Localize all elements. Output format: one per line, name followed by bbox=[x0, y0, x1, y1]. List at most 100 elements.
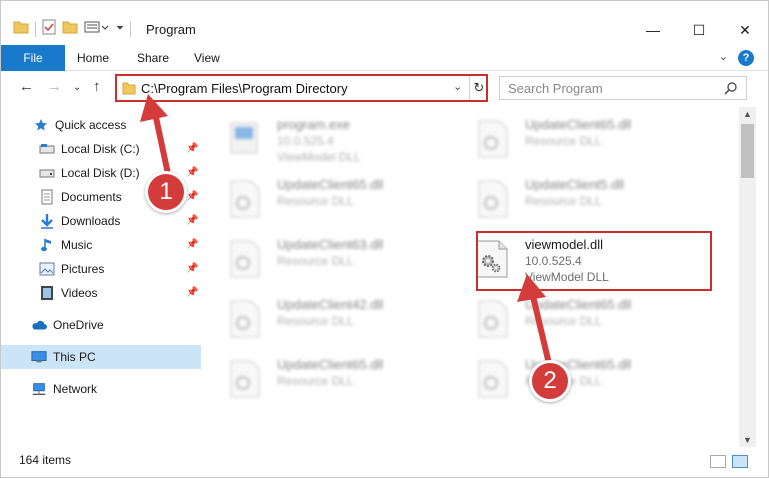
sidebar-item-label: Downloads bbox=[61, 214, 121, 228]
exe-file-icon bbox=[225, 119, 263, 159]
file-item[interactable]: UpdateClient65.dll Resource DLL bbox=[207, 351, 447, 407]
dll-file-icon bbox=[473, 299, 511, 339]
dll-file-icon bbox=[473, 359, 511, 399]
file-version: 10.0.525.4 bbox=[277, 134, 334, 148]
file-item[interactable]: UpdateClient42.dll Resource DLL bbox=[207, 291, 447, 347]
pin-icon[interactable]: 📌 bbox=[186, 143, 198, 154]
sidebar-item-quick-access[interactable]: Quick access bbox=[1, 113, 201, 137]
sidebar-item-label: Videos bbox=[61, 286, 98, 300]
file-name: UpdateClient65.dll bbox=[525, 297, 632, 312]
sidebar-item-pictures[interactable]: Pictures 📌 bbox=[1, 257, 201, 281]
scroll-down-icon[interactable]: ▼ bbox=[743, 435, 752, 445]
new-folder-icon[interactable] bbox=[62, 20, 78, 37]
sidebar-item-label: Network bbox=[53, 382, 98, 396]
documents-icon bbox=[39, 189, 55, 205]
search-input[interactable] bbox=[500, 77, 720, 99]
file-version: Resource DLL bbox=[277, 194, 354, 208]
tab-share[interactable]: Share bbox=[137, 51, 169, 65]
forward-arrow-icon[interactable]: → bbox=[47, 78, 62, 95]
dll-file-icon bbox=[473, 119, 511, 159]
pin-icon[interactable]: 📌 bbox=[186, 287, 198, 298]
sidebar-item-label: Quick access bbox=[55, 118, 127, 132]
quick-access-toolbar: ⏷ bbox=[13, 19, 131, 38]
refresh-icon[interactable]: ↻ bbox=[469, 76, 488, 100]
file-version: Resource DLL bbox=[277, 314, 354, 328]
file-item[interactable]: UpdateClient5.dll Resource DLL bbox=[455, 171, 695, 227]
file-item[interactable]: UpdateClient65.dll Resource DLL bbox=[207, 171, 447, 227]
sidebar-item-music[interactable]: Music 📌 bbox=[1, 233, 201, 257]
chevron-down-icon[interactable]: ⏷ bbox=[116, 23, 124, 34]
sidebar-item-downloads[interactable]: Downloads 📌 bbox=[1, 209, 201, 233]
sidebar-item-label: OneDrive bbox=[53, 318, 104, 332]
file-name: UpdateClient65.dll bbox=[525, 117, 632, 132]
tiles-view-icon[interactable] bbox=[732, 455, 748, 468]
ribbon-tabs: File Home Share View ⌄ ? bbox=[1, 45, 768, 71]
sidebar-item-local-disk-c[interactable]: Local Disk (C:) 📌 bbox=[1, 137, 201, 161]
pictures-icon bbox=[39, 261, 55, 277]
pin-icon[interactable]: 📌 bbox=[186, 167, 198, 178]
pin-icon[interactable]: 📌 bbox=[186, 191, 198, 202]
chevron-down-icon[interactable]: ⌄ bbox=[453, 80, 462, 93]
file-version: Resource DLL bbox=[277, 374, 354, 388]
details-view-icon[interactable] bbox=[710, 455, 726, 468]
sidebar-item-label: This PC bbox=[53, 350, 96, 364]
tab-home[interactable]: Home bbox=[77, 51, 109, 65]
address-bar[interactable]: C:\Program Files\Program Directory ⌄ ↻ bbox=[115, 74, 488, 102]
drive-icon bbox=[39, 141, 55, 157]
pin-icon[interactable]: 📌 bbox=[186, 215, 198, 226]
address-path[interactable]: C:\Program Files\Program Directory bbox=[141, 81, 348, 96]
sidebar-item-label: Local Disk (C:) bbox=[61, 142, 140, 156]
download-icon bbox=[39, 213, 55, 229]
explorer-window: ⏷ Program — ☐ ✕ File Home Share View ⌄ ?… bbox=[0, 0, 769, 478]
pin-icon[interactable]: 📌 bbox=[186, 263, 198, 274]
file-item[interactable]: UpdateClient65.dll Resource DLL bbox=[455, 291, 695, 347]
drive-icon bbox=[39, 165, 55, 181]
sidebar-item-videos[interactable]: Videos 📌 bbox=[1, 281, 201, 305]
tab-view[interactable]: View bbox=[194, 51, 220, 65]
file-version: Resource DLL bbox=[525, 134, 602, 148]
file-item[interactable]: UpdateClient63.dll Resource DLL bbox=[207, 231, 447, 287]
back-arrow-icon[interactable]: ← bbox=[19, 78, 34, 95]
recent-locations-icon[interactable]: ⌄ bbox=[73, 82, 81, 93]
file-name: program.exe bbox=[277, 117, 350, 132]
pin-icon[interactable]: 📌 bbox=[186, 239, 198, 250]
file-item[interactable]: program.exe 10.0.525.4 ViewModel DLL bbox=[207, 111, 447, 167]
file-item[interactable]: UpdateClient65.dll Resource DLL bbox=[455, 351, 695, 407]
title-bar: ⏷ Program — ☐ ✕ bbox=[1, 1, 768, 45]
cloud-icon bbox=[31, 317, 47, 333]
folder-icon bbox=[122, 81, 136, 95]
computer-icon bbox=[31, 349, 47, 365]
sidebar-item-network[interactable]: Network bbox=[1, 377, 201, 401]
sidebar-item-onedrive[interactable]: OneDrive bbox=[1, 313, 201, 337]
file-name: UpdateClient65.dll bbox=[277, 357, 384, 372]
window-title: Program bbox=[146, 22, 196, 37]
close-button[interactable]: ✕ bbox=[722, 15, 768, 45]
file-description: ViewModel DLL bbox=[277, 150, 361, 164]
file-item[interactable]: UpdateClient65.dll Resource DLL bbox=[455, 111, 695, 167]
dll-file-icon bbox=[225, 239, 263, 279]
properties-icon[interactable] bbox=[42, 19, 56, 38]
minimize-button[interactable]: — bbox=[630, 15, 676, 45]
star-icon bbox=[33, 117, 49, 133]
dll-file-icon bbox=[225, 179, 263, 219]
customize-toolbar-icon[interactable] bbox=[84, 20, 110, 37]
vertical-scrollbar[interactable]: ▲ ▼ bbox=[739, 107, 756, 447]
status-bar: 164 items bbox=[1, 447, 768, 477]
dll-file-icon bbox=[473, 179, 511, 219]
search-box[interactable] bbox=[499, 76, 747, 100]
maximize-button[interactable]: ☐ bbox=[676, 15, 722, 45]
search-icon[interactable] bbox=[724, 81, 738, 98]
scroll-up-icon[interactable]: ▲ bbox=[743, 109, 752, 119]
dll-file-icon bbox=[225, 299, 263, 339]
sidebar-item-label: Local Disk (D:) bbox=[61, 166, 140, 180]
step-2-callout: 2 bbox=[529, 360, 571, 402]
navigation-pane: Quick access Local Disk (C:) 📌 Local Dis… bbox=[1, 107, 201, 443]
file-version: Resource DLL bbox=[525, 194, 602, 208]
expand-ribbon-icon[interactable]: ⌄ bbox=[719, 50, 728, 63]
up-arrow-icon[interactable]: ↑ bbox=[93, 78, 101, 95]
music-icon bbox=[39, 237, 55, 253]
sidebar-item-this-pc[interactable]: This PC bbox=[1, 345, 201, 369]
tab-file[interactable]: File bbox=[1, 45, 65, 71]
scroll-thumb[interactable] bbox=[741, 124, 754, 178]
help-icon[interactable]: ? bbox=[738, 50, 754, 66]
